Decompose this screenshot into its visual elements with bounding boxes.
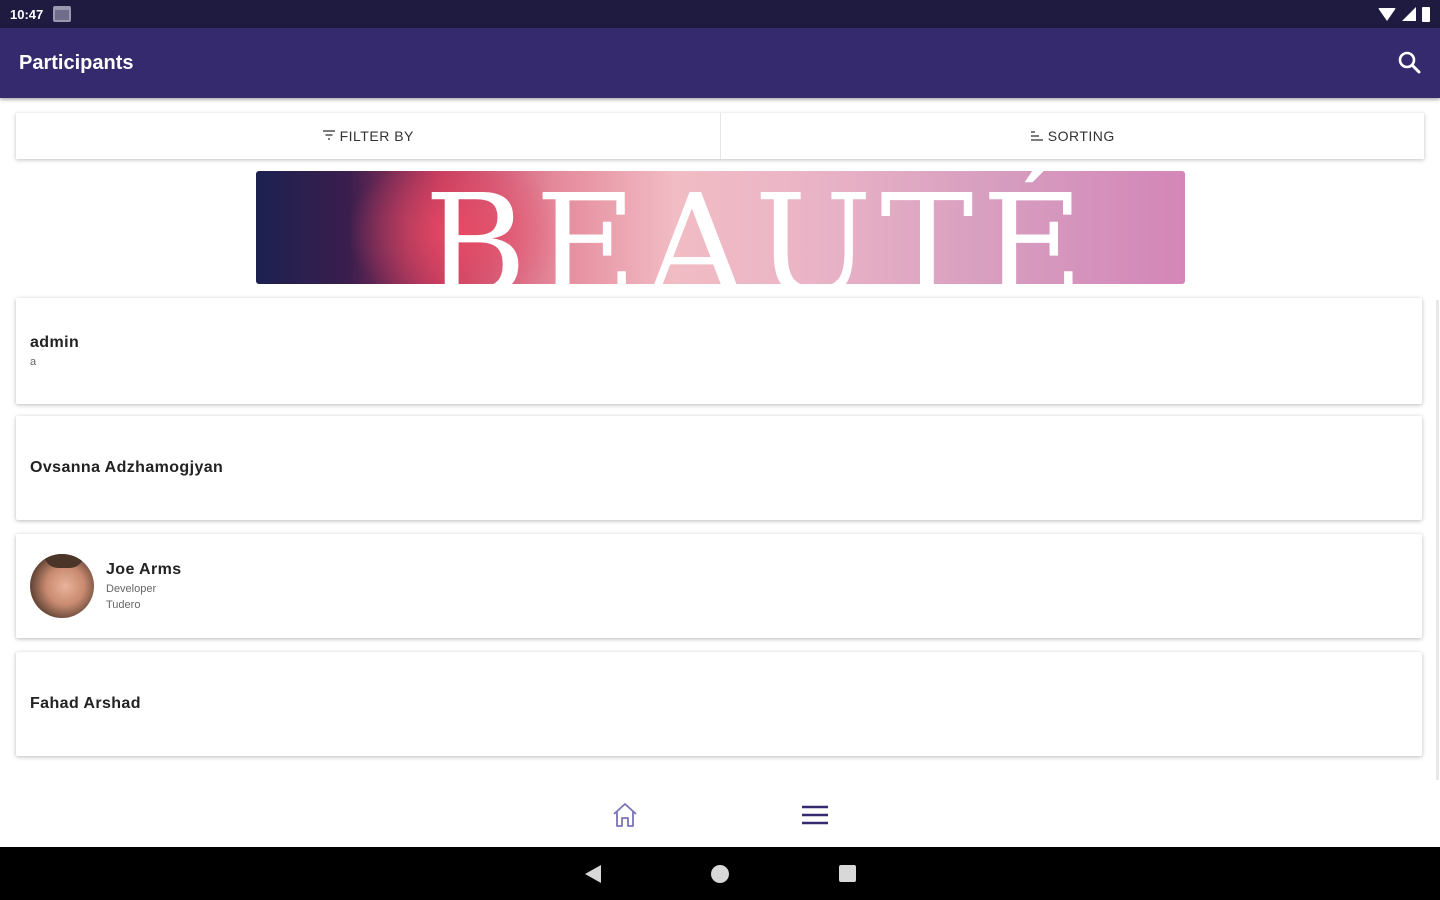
filter-button[interactable]: FILTER BY xyxy=(16,113,720,159)
participant-card[interactable]: Fahad Arshad xyxy=(16,652,1422,756)
filter-label: FILTER BY xyxy=(339,128,414,144)
search-icon[interactable] xyxy=(1395,48,1425,78)
participant-name: Fahad Arshad xyxy=(30,695,141,712)
participant-info: Joe Arms Developer Tudero xyxy=(106,561,182,611)
home-icon[interactable] xyxy=(610,800,640,830)
menu-icon[interactable] xyxy=(800,800,830,830)
participant-name: admin xyxy=(30,334,80,351)
participant-info: Ovsanna Adzhamogjyan xyxy=(30,459,223,477)
participant-name: Ovsanna Adzhamogjyan xyxy=(30,459,224,476)
participant-name: Joe Arms xyxy=(106,561,182,578)
participant-info: admin a xyxy=(30,334,79,368)
participant-info: Fahad Arshad xyxy=(30,695,141,713)
sorting-label: SORTING xyxy=(1047,128,1115,144)
recents-icon[interactable] xyxy=(838,865,856,882)
participant-subtitle: a xyxy=(30,356,37,368)
sort-icon xyxy=(1030,131,1043,141)
participant-company: Tudero xyxy=(106,599,141,611)
home-icon-graphic xyxy=(613,802,637,827)
avatar xyxy=(30,554,94,618)
app-bar: Participants xyxy=(0,28,1440,98)
filter-sort-bar: FILTER BY SORTING xyxy=(16,113,1424,159)
banner-text: BEAUTÉ xyxy=(424,171,1092,285)
home-circle-icon[interactable] xyxy=(710,864,729,883)
filter-icon xyxy=(322,130,335,140)
page-title: Participants xyxy=(19,51,134,74)
system-navigation-bar xyxy=(0,847,1440,900)
status-time: 10:47 xyxy=(10,6,44,22)
participant-card[interactable]: admin a xyxy=(16,298,1422,404)
participant-card[interactable]: Joe Arms Developer Tudero xyxy=(16,534,1422,638)
scrollbar[interactable] xyxy=(1436,300,1439,780)
signal-icon xyxy=(1402,7,1416,21)
calendar-icon xyxy=(53,6,72,22)
bottom-navigation xyxy=(0,782,1440,847)
status-icons xyxy=(1378,6,1430,22)
wifi-icon xyxy=(1378,7,1396,21)
participant-title: Developer xyxy=(106,583,157,595)
back-icon[interactable] xyxy=(584,864,601,883)
menu-icon-graphic xyxy=(802,805,828,824)
sorting-button[interactable]: SORTING xyxy=(719,113,1425,159)
status-bar: 10:47 xyxy=(0,0,1440,28)
participant-card[interactable]: Ovsanna Adzhamogjyan xyxy=(16,416,1422,520)
search-icon-graphic xyxy=(1398,51,1421,74)
event-banner: BEAUTÉ xyxy=(256,171,1185,284)
battery-icon xyxy=(1422,6,1430,22)
